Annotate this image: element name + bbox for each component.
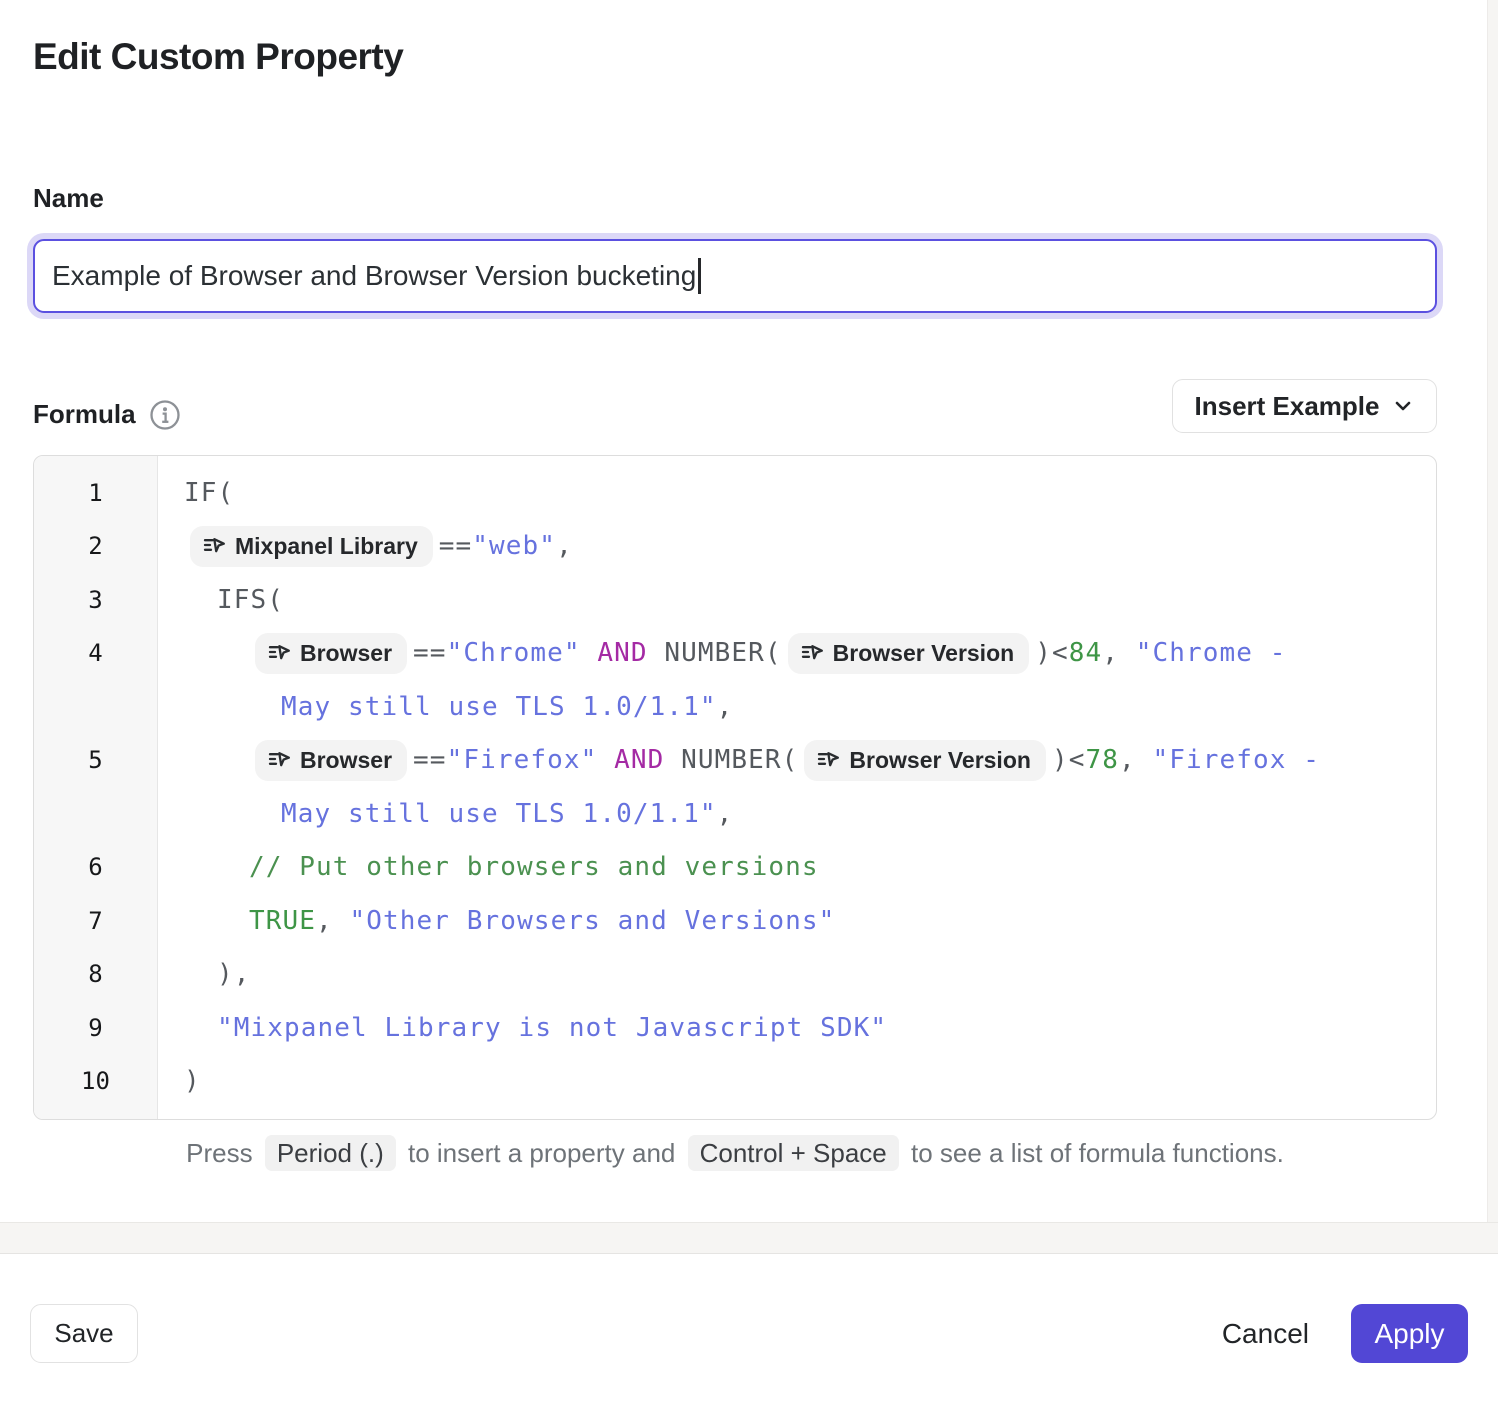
scrollbar-track — [1487, 0, 1498, 1222]
event-property-cursor-icon — [816, 748, 840, 772]
code-token: 84 — [1069, 638, 1103, 668]
name-field-label: Name — [33, 183, 104, 214]
code-token: , — [1102, 638, 1136, 668]
code-token: "Other Browsers and Versions" — [350, 906, 836, 936]
hint-text: to insert a property and — [401, 1138, 683, 1168]
code-token: , — [717, 692, 734, 722]
line-number — [34, 680, 157, 734]
code-token: 78 — [1085, 745, 1119, 775]
line-number: 9 — [34, 1001, 157, 1055]
code-token: )< — [1035, 638, 1069, 668]
code-line: "Mixpanel Library is not Javascript SDK" — [184, 1001, 1436, 1055]
property-chip-label: Browser Version — [833, 640, 1015, 667]
code-token: AND — [597, 745, 681, 775]
code-line: Browser =="Firefox" AND NUMBER( Browser Ve… — [184, 734, 1436, 788]
code-line: ) — [184, 1055, 1436, 1109]
formula-editor[interactable]: 12345678910 IF(Mixpanel Library=="web",I… — [33, 455, 1437, 1120]
text-caret — [698, 258, 701, 294]
property-chip[interactable]: Mixpanel Library — [190, 526, 433, 567]
event-property-cursor-icon — [800, 641, 824, 665]
line-number: 10 — [34, 1055, 157, 1109]
code-token: == — [413, 745, 447, 775]
event-property-cursor-icon — [267, 641, 291, 665]
code-token: TRUE — [249, 906, 316, 936]
code-line: May still use TLS 1.0/1.1", — [184, 680, 1436, 734]
property-chip-label: Browser — [300, 747, 392, 774]
info-icon[interactable] — [147, 396, 183, 432]
code-token: == — [439, 531, 473, 561]
insert-example-label: Insert Example — [1195, 391, 1380, 422]
code-token: )< — [1052, 745, 1086, 775]
property-chip[interactable]: Browser — [255, 633, 407, 674]
property-chip[interactable]: Browser Version — [804, 740, 1046, 781]
code-token: "Mixpanel Library is not Javascript SDK" — [217, 1013, 887, 1043]
line-number: 6 — [34, 841, 157, 895]
line-number — [34, 787, 157, 841]
property-chip-label: Mixpanel Library — [235, 533, 418, 560]
property-chip-label: Browser — [300, 640, 392, 667]
code-token: "Chrome" — [447, 638, 581, 668]
code-token: "Firefox - — [1152, 745, 1320, 775]
line-number: 4 — [34, 627, 157, 681]
code-token: , — [1119, 745, 1153, 775]
formula-editor-gutter: 1234 5 678910 — [34, 456, 158, 1119]
code-token: May still use TLS 1.0/1.1" — [281, 692, 717, 722]
code-token: ) — [184, 1066, 201, 1096]
code-token: , — [556, 531, 573, 561]
save-button[interactable]: Save — [30, 1304, 138, 1363]
code-token: , — [717, 799, 734, 829]
event-property-cursor-icon — [202, 534, 226, 558]
code-token: // Put other browsers and versions — [249, 852, 819, 882]
hint-text: Press — [186, 1138, 260, 1168]
code-line: TRUE, "Other Browsers and Versions" — [184, 894, 1436, 948]
dialog-footer: Save Cancel Apply — [0, 1253, 1498, 1402]
code-line: IFS( — [184, 573, 1436, 627]
code-token: IFS( — [217, 585, 284, 615]
name-input[interactable]: Example of Browser and Browser Version b… — [33, 239, 1437, 313]
formula-label: Formula — [33, 399, 136, 430]
code-token: AND — [581, 638, 665, 668]
code-token: IF( — [184, 478, 234, 508]
line-number: 1 — [34, 466, 157, 520]
chevron-down-icon — [1392, 395, 1414, 417]
formula-hint: Press Period (.) to insert a property an… — [33, 1138, 1437, 1169]
formula-editor-code: IF(Mixpanel Library=="web",IFS(Browser==… — [158, 456, 1436, 1119]
line-number: 5 — [34, 734, 157, 788]
code-line: May still use TLS 1.0/1.1", — [184, 787, 1436, 841]
code-token: May still use TLS 1.0/1.1" — [281, 799, 717, 829]
footer-actions: Cancel Apply — [1222, 1304, 1468, 1363]
code-token: ), — [217, 959, 251, 989]
code-line: Browser =="Chrome" AND NUMBER( Browser Ver… — [184, 627, 1436, 681]
code-token: "Firefox" — [447, 745, 598, 775]
keyboard-shortcut-chip: Period (.) — [265, 1135, 396, 1171]
code-token: "web" — [472, 531, 556, 561]
insert-example-button[interactable]: Insert Example — [1172, 379, 1437, 433]
property-chip[interactable]: Browser Version — [788, 633, 1030, 674]
code-token: NUMBER( — [681, 745, 798, 775]
code-token: "Chrome - — [1136, 638, 1287, 668]
line-number: 8 — [34, 948, 157, 1002]
property-chip-label: Browser Version — [849, 747, 1031, 774]
code-token: , — [316, 906, 350, 936]
code-token: == — [413, 638, 447, 668]
code-line: Mixpanel Library =="web", — [184, 520, 1436, 574]
code-line: ), — [184, 948, 1436, 1002]
keyboard-shortcut-chip: Control + Space — [688, 1135, 899, 1171]
code-token: NUMBER( — [664, 638, 781, 668]
event-property-cursor-icon — [267, 748, 291, 772]
name-input-value: Example of Browser and Browser Version b… — [52, 260, 696, 292]
code-line: // Put other browsers and versions — [184, 841, 1436, 895]
page-title: Edit Custom Property — [33, 36, 403, 78]
line-number: 2 — [34, 520, 157, 574]
code-line: IF( — [184, 466, 1436, 520]
cancel-button[interactable]: Cancel — [1222, 1318, 1309, 1350]
line-number: 7 — [34, 894, 157, 948]
hint-text: to see a list of formula functions. — [904, 1138, 1284, 1168]
property-chip[interactable]: Browser — [255, 740, 407, 781]
content-bottom-band — [0, 1222, 1498, 1253]
apply-button[interactable]: Apply — [1351, 1304, 1468, 1363]
line-number: 3 — [34, 573, 157, 627]
